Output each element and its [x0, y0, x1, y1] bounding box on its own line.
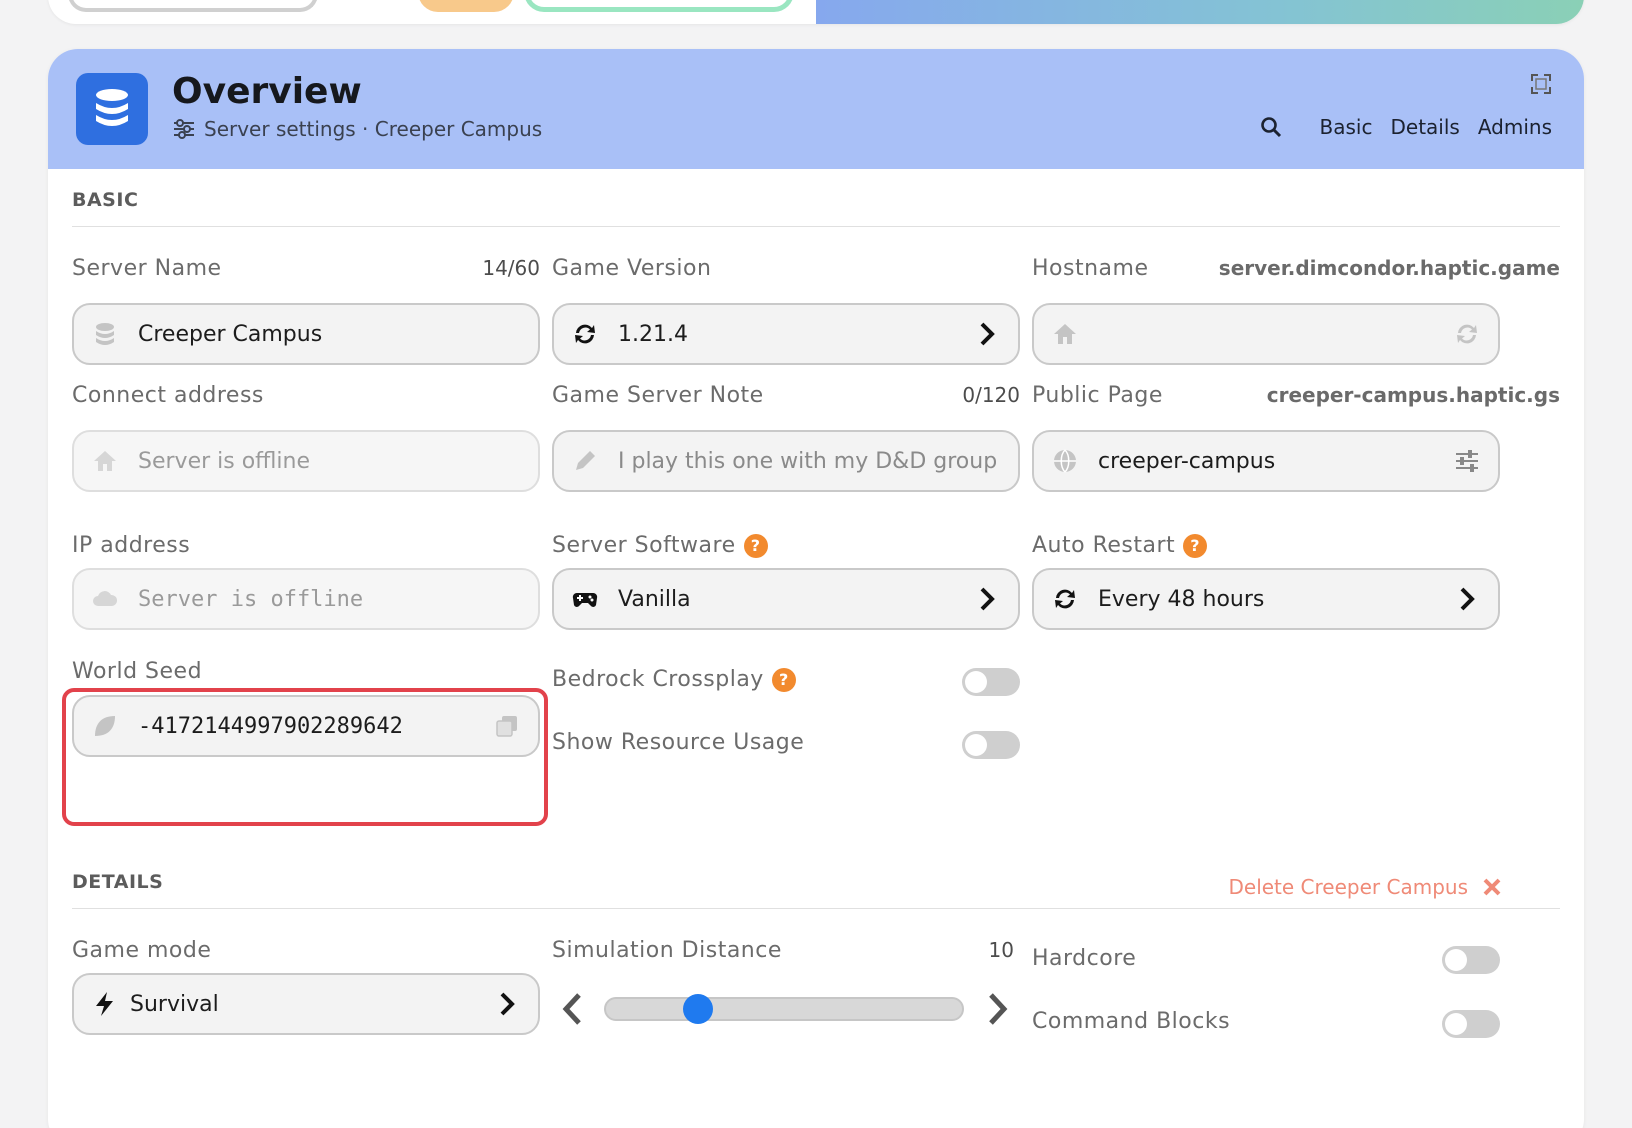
auto-restart-select[interactable]: Every 48 hours	[1032, 568, 1500, 630]
sliders-icon	[174, 119, 194, 139]
lightning-icon	[96, 992, 113, 1016]
public-page-value: creeper-campus	[1098, 448, 1276, 474]
chevron-right-icon	[500, 992, 515, 1016]
auto-restart-label: Auto Restart?	[1032, 533, 1208, 558]
resource-usage-toggle[interactable]	[962, 731, 1020, 759]
chevron-right-icon[interactable]	[986, 992, 1010, 1026]
server-software-select[interactable]: Vanilla	[552, 568, 1020, 630]
section-divider	[72, 908, 1560, 909]
command-blocks-toggle[interactable]	[1442, 1010, 1500, 1038]
resource-usage-label: Show Resource Usage	[552, 730, 805, 755]
delete-server-label: Delete Creeper Campus	[1228, 875, 1468, 899]
refresh-icon	[575, 324, 595, 344]
previous-card-pill	[68, 0, 318, 12]
delete-server-button[interactable]: Delete Creeper Campus	[1228, 875, 1502, 899]
simulation-distance-slider[interactable]	[604, 997, 964, 1021]
page-title: Overview	[172, 71, 362, 112]
refresh-icon	[1055, 589, 1075, 609]
connect-address-placeholder: Server is offline	[138, 448, 311, 474]
server-name-input[interactable]: Creeper Campus	[72, 303, 540, 365]
breadcrumb-text: Server settings · Creeper Campus	[204, 117, 543, 141]
server-software-label: Server Software?	[552, 533, 768, 558]
globe-icon	[1054, 449, 1076, 473]
connect-address-label: Connect address	[72, 383, 264, 408]
nav-admins[interactable]: Admins	[1478, 115, 1552, 139]
hardcore-toggle[interactable]	[1442, 946, 1500, 974]
server-note-label: Game Server Note	[552, 383, 764, 408]
card-header: Overview Server settings · Creeper Campu…	[48, 49, 1584, 169]
game-version-label: Game Version	[552, 256, 712, 281]
game-version-select[interactable]: 1.21.4	[552, 303, 1020, 365]
cloud-icon	[93, 591, 118, 606]
hostname-label: Hostname	[1032, 256, 1149, 281]
bedrock-crossplay-label-text: Bedrock Crossplay	[552, 667, 764, 692]
server-note-placeholder: I play this one with my D&D group	[618, 448, 998, 474]
hardcore-label: Hardcore	[1032, 946, 1137, 971]
section-basic-title: BASIC	[72, 189, 139, 211]
game-mode-select[interactable]: Survival	[72, 973, 540, 1035]
bedrock-crossplay-label: Bedrock Crossplay?	[552, 667, 796, 692]
close-icon	[1483, 878, 1501, 896]
overview-card: Overview Server settings · Creeper Campu…	[48, 49, 1584, 1128]
section-divider	[72, 226, 1560, 227]
game-version-value: 1.21.4	[618, 321, 688, 347]
previous-card	[48, 0, 1584, 24]
gamepad-icon	[572, 592, 598, 607]
help-icon[interactable]: ?	[771, 668, 796, 692]
database-icon	[96, 323, 114, 345]
public-page-hint: creeper-campus.haptic.gs	[1266, 383, 1560, 407]
search-icon[interactable]	[1260, 116, 1282, 138]
hostname-input[interactable]	[1032, 303, 1500, 365]
bedrock-crossplay-toggle[interactable]	[962, 668, 1020, 696]
ip-address-placeholder: Server is offline	[138, 586, 364, 612]
home-icon	[94, 451, 116, 471]
server-logo	[76, 73, 148, 145]
nav-details[interactable]: Details	[1390, 115, 1459, 139]
chevron-right-icon	[1460, 587, 1475, 611]
game-mode-label: Game mode	[72, 938, 212, 963]
previous-card-gradient	[816, 0, 1584, 24]
breadcrumb: Server settings · Creeper Campus	[172, 117, 542, 141]
chevron-right-icon	[980, 322, 995, 346]
simulation-distance-label: Simulation Distance	[552, 938, 782, 963]
server-software-value: Vanilla	[618, 586, 691, 612]
selection-highlight	[62, 688, 548, 826]
hostname-hint: server.dimcondor.haptic.game	[1218, 256, 1560, 280]
public-page-label: Public Page	[1032, 383, 1163, 408]
sliders-icon[interactable]	[1454, 448, 1480, 474]
expand-icon[interactable]	[1530, 73, 1552, 95]
server-name-value: Creeper Campus	[138, 321, 323, 347]
auto-restart-label-text: Auto Restart	[1032, 533, 1176, 558]
server-name-label: Server Name	[72, 256, 222, 281]
nav-basic[interactable]: Basic	[1320, 115, 1373, 139]
game-mode-value: Survival	[130, 991, 219, 1017]
public-page-input[interactable]: creeper-campus	[1032, 430, 1500, 492]
chevron-left-icon[interactable]	[560, 992, 584, 1026]
section-details-title: DETAILS	[72, 871, 164, 893]
server-note-input[interactable]: I play this one with my D&D group	[552, 430, 1020, 492]
slider-handle[interactable]	[682, 994, 713, 1024]
previous-card-status	[524, 0, 794, 12]
server-note-counter: 0/120	[962, 383, 1020, 407]
help-icon[interactable]: ?	[1183, 534, 1208, 558]
chevron-right-icon	[980, 587, 995, 611]
simulation-distance-value: 10	[988, 938, 1014, 962]
server-software-label-text: Server Software	[552, 533, 736, 558]
previous-card-badge	[418, 0, 514, 12]
pencil-icon	[576, 451, 595, 470]
auto-restart-value: Every 48 hours	[1098, 586, 1265, 612]
ip-address-label: IP address	[72, 533, 191, 558]
connect-address-input[interactable]: Server is offline	[72, 430, 540, 492]
header-nav: Basic Details Admins	[1260, 115, 1552, 139]
ip-address-input[interactable]: Server is offline	[72, 568, 540, 630]
command-blocks-label: Command Blocks	[1032, 1009, 1231, 1034]
refresh-icon[interactable]	[1454, 321, 1480, 347]
database-icon	[96, 89, 128, 126]
home-icon	[1054, 324, 1076, 344]
world-seed-label: World Seed	[72, 659, 203, 684]
help-icon[interactable]: ?	[743, 534, 768, 558]
server-name-counter: 14/60	[482, 256, 540, 280]
